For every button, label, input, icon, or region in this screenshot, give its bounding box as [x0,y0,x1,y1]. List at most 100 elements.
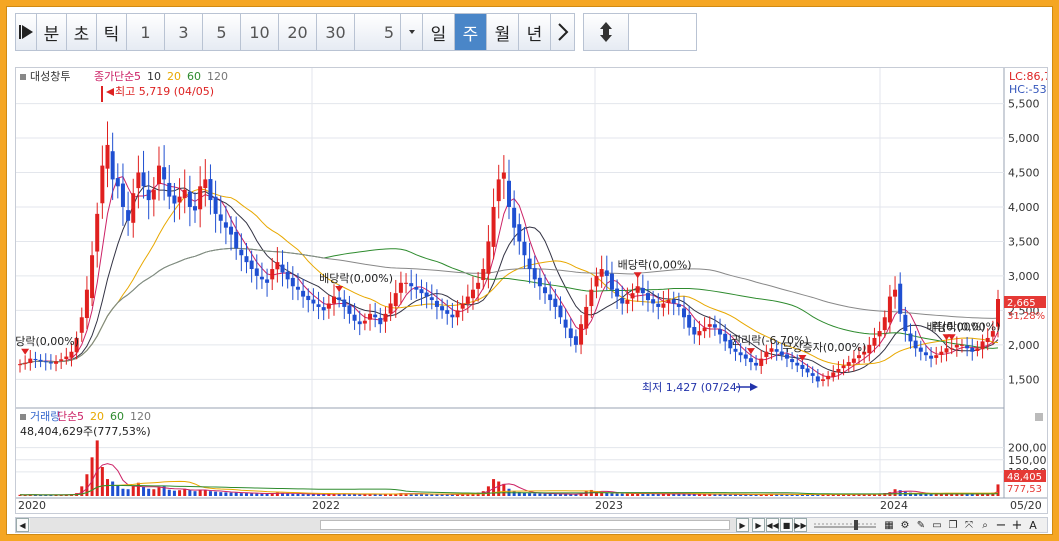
period-tick-button[interactable]: 틱 [97,13,127,51]
interval-20-button[interactable]: 20 [279,13,317,51]
arrow-right-icon [750,383,758,391]
period-week-button[interactable]: 주 [455,13,487,51]
volume-tick-label: 200,000 [1008,442,1047,455]
candle-body [229,226,234,235]
zoom-in-button[interactable]: + [1010,518,1024,533]
candle-body [543,287,548,294]
scroll-right-button[interactable]: ▶ [736,518,749,532]
interval-5-button[interactable]: 5 [203,13,241,51]
interval-1-button[interactable]: 1 [127,13,165,51]
candle-body [105,144,110,169]
candle-body [718,329,723,335]
legend-item: 20 [90,410,104,423]
window-icon[interactable]: ▭ [930,518,944,532]
candle-body [625,300,630,304]
interval-10-button[interactable]: 10 [241,13,279,51]
next-period-button[interactable] [551,13,575,51]
interval-3-button[interactable]: 3 [165,13,203,51]
volume-bar [193,491,197,496]
window-frame: 분 초 틱 1 3 5 10 20 30 5 일 주 월 년 대성창투 종가 단순… [5,6,1058,535]
play-button[interactable]: ▶ [752,518,765,532]
fast-forward-button[interactable]: ▶▶ [794,518,807,532]
copy-icon[interactable]: ❐ [946,518,960,532]
volume-bar [255,493,259,496]
period-minute-button[interactable]: 분 [37,13,67,51]
candle-body [965,345,970,349]
scroll-thumb[interactable] [320,520,730,530]
interval-30-button[interactable]: 30 [317,13,355,51]
candle-body [419,289,424,294]
candle-body [141,172,146,187]
candle-body [481,269,486,281]
legend-item: 120 [207,70,228,83]
high-price-label: 최고 5,719 (04/05) [115,85,214,98]
candle-body [465,296,470,304]
period-month-button[interactable]: 월 [487,13,519,51]
candle-body [301,290,306,297]
volume-bar [198,489,202,496]
candle-body [311,299,316,304]
legend-item: 단순 [114,70,134,83]
candle-body [651,299,656,304]
candle-body [208,179,213,201]
candle-body [265,279,270,283]
interval-dropdown-button[interactable] [401,13,423,51]
candle-body [522,241,527,256]
settings-gear-icon[interactable]: ⚙ [898,518,912,532]
period-year-button[interactable]: 년 [519,13,551,51]
candle-body [573,336,578,345]
candle-body [908,333,913,342]
scroll-left-button[interactable]: ◀ [16,518,29,532]
candle-body [733,348,738,352]
play-toggle-button[interactable] [15,13,37,51]
candle-body [723,333,728,342]
candle-body [743,354,748,359]
chevron-down-icon [408,30,415,34]
interval-select[interactable]: 5 [355,13,401,51]
grid-toggle-icon[interactable]: ▦ [882,518,896,532]
candle-body [887,296,892,323]
candle-body [393,293,398,307]
candle-body [28,358,33,364]
candle-body [434,300,439,307]
pane-close-icon[interactable] [1035,413,1043,421]
volume-bar [286,493,290,496]
code-input[interactable] [629,13,697,51]
magnifier-icon[interactable]: ⌕ [978,518,992,532]
chart-resize-button[interactable] [583,13,629,51]
volume-bar [558,494,562,496]
volume-bar [512,491,516,496]
stop-button[interactable]: ■ [780,518,793,532]
grid [16,68,1005,498]
candle-body [424,292,429,297]
volume-tag-label: 48,405 [1007,472,1042,483]
candle-body [970,348,975,352]
period-second-button[interactable]: 초 [67,13,97,51]
volume-bar [224,492,228,496]
candle-body [378,317,383,325]
legend-item: 60 [110,410,124,423]
zoom-out-button[interactable]: − [994,518,1008,533]
event-label: 무상증자(0,00%) [782,341,866,354]
volume-bar [147,488,151,496]
rewind-button[interactable]: ◀◀ [766,518,779,532]
crosshair-icon[interactable]: ⤧ [962,518,976,532]
candle-body [692,327,697,335]
candle-body [604,270,609,276]
candle-body [985,337,990,343]
auto-scale-button[interactable]: A [1026,518,1040,532]
x-label-last-date: 05/20 [1010,499,1042,512]
candle-body [254,268,259,276]
event-arrow-icon [21,348,30,355]
candle-body [676,304,681,307]
x-label-2023: 2023 [595,499,623,512]
zoom-slider[interactable] [812,518,878,532]
period-day-button[interactable]: 일 [423,13,455,51]
candle-body [347,305,352,314]
candle-body [440,306,445,311]
draw-tool-icon[interactable]: ✎ [914,518,928,532]
y-tick-label: 3,500 [1008,235,1040,248]
scroll-track[interactable] [30,518,736,532]
candle-body [460,303,465,309]
candle-body [259,276,264,280]
